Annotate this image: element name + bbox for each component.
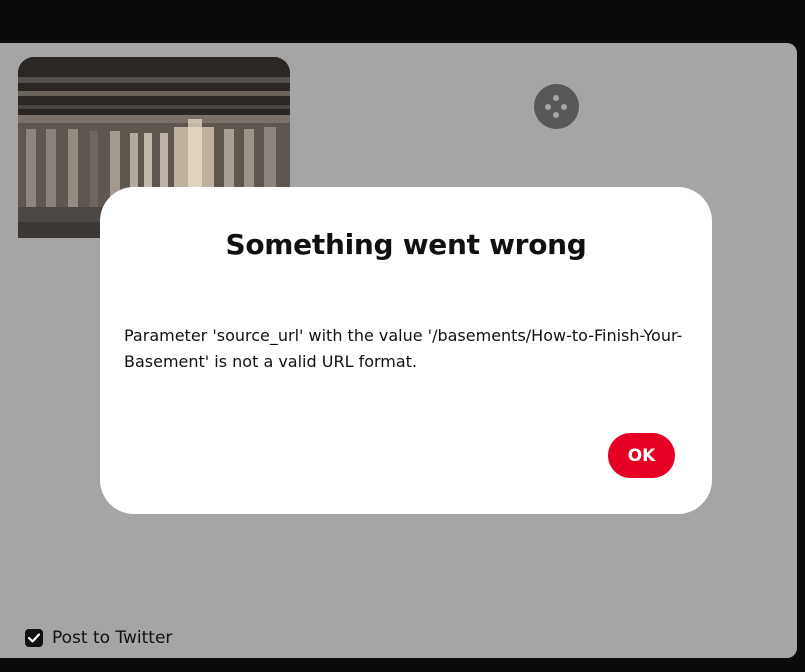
ok-button[interactable]: OK: [608, 433, 675, 478]
post-to-twitter-label: Post to Twitter: [52, 628, 173, 648]
error-dialog: Something went wrong Parameter 'source_u…: [100, 187, 712, 514]
scrollbar[interactable]: [797, 43, 805, 658]
screen: Post to Twitter Something went wrong Par…: [0, 0, 805, 672]
dialog-title: Something went wrong: [225, 228, 587, 261]
checkmark-icon: [28, 633, 40, 643]
post-to-twitter-option[interactable]: Post to Twitter: [25, 626, 172, 650]
loading-spinner-icon: [534, 84, 579, 129]
post-to-twitter-checkbox[interactable]: [25, 629, 43, 647]
dialog-message: Parameter 'source_url' with the value '/…: [124, 326, 683, 371]
